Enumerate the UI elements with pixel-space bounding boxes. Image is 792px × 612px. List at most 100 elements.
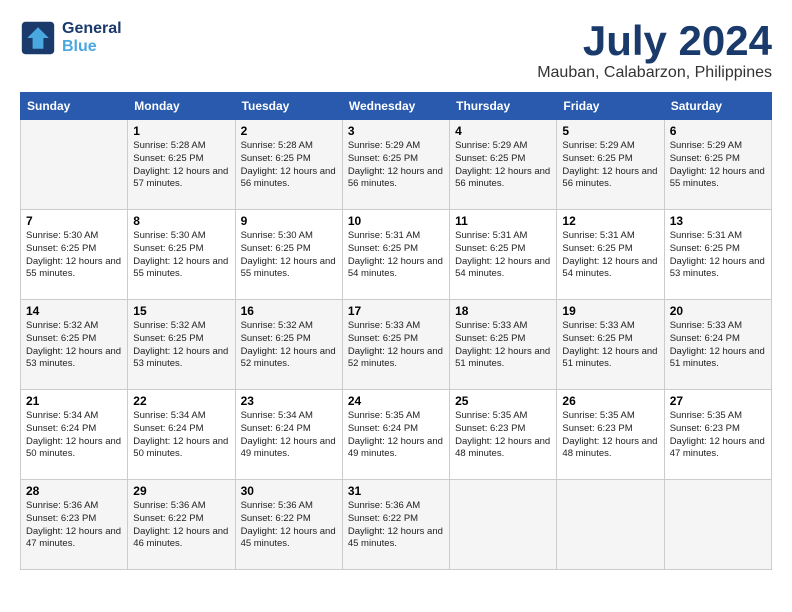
day-number: 18 bbox=[455, 304, 551, 318]
calendar-cell bbox=[557, 480, 664, 570]
calendar-cell: 27 Sunrise: 5:35 AM Sunset: 6:23 PM Dayli… bbox=[664, 390, 771, 480]
calendar-cell: 29 Sunrise: 5:36 AM Sunset: 6:22 PM Dayli… bbox=[128, 480, 235, 570]
day-number: 13 bbox=[670, 214, 766, 228]
day-detail: Sunrise: 5:34 AM Sunset: 6:24 PM Dayligh… bbox=[26, 410, 122, 461]
calendar-cell: 16Sunrise: 5:32 AM Sunset: 6:25 PM Dayli… bbox=[235, 300, 342, 390]
calendar-cell: 13 Sunrise: 5:31 AM Sunset: 6:25 PM Dayli… bbox=[664, 210, 771, 300]
day-number: 5 bbox=[562, 124, 658, 138]
day-detail: Sunrise: 5:28 AM Sunset: 6:25 PM Dayligh… bbox=[133, 140, 229, 191]
calendar-cell: 14Sunrise: 5:32 AM Sunset: 6:25 PM Dayli… bbox=[21, 300, 128, 390]
calendar-cell: 30 Sunrise: 5:36 AM Sunset: 6:22 PM Dayli… bbox=[235, 480, 342, 570]
day-detail: Sunrise: 5:33 AM Sunset: 6:25 PM Dayligh… bbox=[455, 320, 551, 371]
day-number: 4 bbox=[455, 124, 551, 138]
day-detail: Sunrise: 5:36 AM Sunset: 6:22 PM Dayligh… bbox=[241, 500, 337, 551]
calendar-table: SundayMondayTuesdayWednesdayThursdayFrid… bbox=[20, 92, 772, 570]
day-detail: Sunrise: 5:31 AM Sunset: 6:25 PM Dayligh… bbox=[562, 230, 658, 281]
calendar-cell: 4 Sunrise: 5:29 AM Sunset: 6:25 PM Daylig… bbox=[450, 120, 557, 210]
calendar-cell: 17Sunrise: 5:33 AM Sunset: 6:25 PM Dayli… bbox=[342, 300, 449, 390]
calendar-cell: 28 Sunrise: 5:36 AM Sunset: 6:23 PM Dayli… bbox=[21, 480, 128, 570]
day-detail: Sunrise: 5:36 AM Sunset: 6:23 PM Dayligh… bbox=[26, 500, 122, 551]
day-detail: Sunrise: 5:29 AM Sunset: 6:25 PM Dayligh… bbox=[455, 140, 551, 191]
day-number: 23 bbox=[241, 394, 337, 408]
day-number: 24 bbox=[348, 394, 444, 408]
day-detail: Sunrise: 5:31 AM Sunset: 6:25 PM Dayligh… bbox=[455, 230, 551, 281]
day-number: 20 bbox=[670, 304, 766, 318]
month-title: July 2024 bbox=[537, 20, 772, 62]
weekday-header-friday: Friday bbox=[557, 93, 664, 120]
day-detail: Sunrise: 5:35 AM Sunset: 6:24 PM Dayligh… bbox=[348, 410, 444, 461]
day-detail: Sunrise: 5:29 AM Sunset: 6:25 PM Dayligh… bbox=[670, 140, 766, 191]
calendar-cell: 11 Sunrise: 5:31 AM Sunset: 6:25 PM Dayli… bbox=[450, 210, 557, 300]
day-number: 31 bbox=[348, 484, 444, 498]
logo-text: General Blue bbox=[62, 20, 122, 56]
day-detail: Sunrise: 5:30 AM Sunset: 6:25 PM Dayligh… bbox=[133, 230, 229, 281]
day-number: 11 bbox=[455, 214, 551, 228]
logo: General Blue bbox=[20, 20, 122, 56]
day-detail: Sunrise: 5:32 AM Sunset: 6:25 PM Dayligh… bbox=[241, 320, 337, 371]
day-number: 27 bbox=[670, 394, 766, 408]
weekday-header-sunday: Sunday bbox=[21, 93, 128, 120]
day-number: 29 bbox=[133, 484, 229, 498]
day-detail: Sunrise: 5:34 AM Sunset: 6:24 PM Dayligh… bbox=[241, 410, 337, 461]
day-number: 25 bbox=[455, 394, 551, 408]
day-number: 3 bbox=[348, 124, 444, 138]
logo-icon bbox=[20, 20, 56, 56]
day-detail: Sunrise: 5:32 AM Sunset: 6:25 PM Dayligh… bbox=[133, 320, 229, 371]
week-row-2: 7 Sunrise: 5:30 AM Sunset: 6:25 PM Daylig… bbox=[21, 210, 772, 300]
day-detail: Sunrise: 5:35 AM Sunset: 6:23 PM Dayligh… bbox=[670, 410, 766, 461]
calendar-cell: 3 Sunrise: 5:29 AM Sunset: 6:25 PM Daylig… bbox=[342, 120, 449, 210]
calendar-cell: 24 Sunrise: 5:35 AM Sunset: 6:24 PM Dayli… bbox=[342, 390, 449, 480]
weekday-header-thursday: Thursday bbox=[450, 93, 557, 120]
day-number: 19 bbox=[562, 304, 658, 318]
calendar-cell: 19 Sunrise: 5:33 AM Sunset: 6:25 PM Dayli… bbox=[557, 300, 664, 390]
calendar-cell: 22Sunrise: 5:34 AM Sunset: 6:24 PM Dayli… bbox=[128, 390, 235, 480]
calendar-cell: 8 Sunrise: 5:30 AM Sunset: 6:25 PM Daylig… bbox=[128, 210, 235, 300]
day-detail: Sunrise: 5:31 AM Sunset: 6:25 PM Dayligh… bbox=[348, 230, 444, 281]
week-row-1: 1Sunrise: 5:28 AM Sunset: 6:25 PM Daylig… bbox=[21, 120, 772, 210]
day-detail: Sunrise: 5:30 AM Sunset: 6:25 PM Dayligh… bbox=[241, 230, 337, 281]
calendar-cell: 18 Sunrise: 5:33 AM Sunset: 6:25 PM Dayli… bbox=[450, 300, 557, 390]
day-detail: Sunrise: 5:36 AM Sunset: 6:22 PM Dayligh… bbox=[133, 500, 229, 551]
calendar-cell: 9 Sunrise: 5:30 AM Sunset: 6:25 PM Daylig… bbox=[235, 210, 342, 300]
day-number: 6 bbox=[670, 124, 766, 138]
day-number: 30 bbox=[241, 484, 337, 498]
calendar-cell: 1Sunrise: 5:28 AM Sunset: 6:25 PM Daylig… bbox=[128, 120, 235, 210]
calendar-cell: 6 Sunrise: 5:29 AM Sunset: 6:25 PM Daylig… bbox=[664, 120, 771, 210]
day-detail: Sunrise: 5:31 AM Sunset: 6:25 PM Dayligh… bbox=[670, 230, 766, 281]
day-number: 10 bbox=[348, 214, 444, 228]
weekday-header-row: SundayMondayTuesdayWednesdayThursdayFrid… bbox=[21, 93, 772, 120]
calendar-cell: 15 Sunrise: 5:32 AM Sunset: 6:25 PM Dayli… bbox=[128, 300, 235, 390]
day-detail: Sunrise: 5:30 AM Sunset: 6:25 PM Dayligh… bbox=[26, 230, 122, 281]
weekday-header-wednesday: Wednesday bbox=[342, 93, 449, 120]
day-detail: Sunrise: 5:33 AM Sunset: 6:24 PM Dayligh… bbox=[670, 320, 766, 371]
day-detail: Sunrise: 5:35 AM Sunset: 6:23 PM Dayligh… bbox=[455, 410, 551, 461]
calendar-cell: 10 Sunrise: 5:31 AM Sunset: 6:25 PM Dayli… bbox=[342, 210, 449, 300]
day-number: 9 bbox=[241, 214, 337, 228]
location-title: Mauban, Calabarzon, Philippines bbox=[537, 64, 772, 82]
day-number: 12 bbox=[562, 214, 658, 228]
day-detail: Sunrise: 5:32 AM Sunset: 6:25 PM Dayligh… bbox=[26, 320, 122, 371]
day-number: 21 bbox=[26, 394, 122, 408]
calendar-cell: 7 Sunrise: 5:30 AM Sunset: 6:25 PM Daylig… bbox=[21, 210, 128, 300]
weekday-header-monday: Monday bbox=[128, 93, 235, 120]
calendar-cell: 12 Sunrise: 5:31 AM Sunset: 6:25 PM Dayli… bbox=[557, 210, 664, 300]
title-area: July 2024 Mauban, Calabarzon, Philippine… bbox=[537, 20, 772, 82]
day-number: 15 bbox=[133, 304, 229, 318]
day-number: 7 bbox=[26, 214, 122, 228]
weekday-header-tuesday: Tuesday bbox=[235, 93, 342, 120]
day-detail: Sunrise: 5:33 AM Sunset: 6:25 PM Dayligh… bbox=[562, 320, 658, 371]
page-header: General Blue July 2024 Mauban, Calabarzo… bbox=[20, 20, 772, 82]
day-detail: Sunrise: 5:29 AM Sunset: 6:25 PM Dayligh… bbox=[348, 140, 444, 191]
calendar-cell bbox=[664, 480, 771, 570]
calendar-cell: 2Sunrise: 5:28 AM Sunset: 6:25 PM Daylig… bbox=[235, 120, 342, 210]
calendar-cell: 25 Sunrise: 5:35 AM Sunset: 6:23 PM Dayli… bbox=[450, 390, 557, 480]
day-detail: Sunrise: 5:33 AM Sunset: 6:25 PM Dayligh… bbox=[348, 320, 444, 371]
calendar-cell: 23 Sunrise: 5:34 AM Sunset: 6:24 PM Dayli… bbox=[235, 390, 342, 480]
week-row-3: 14Sunrise: 5:32 AM Sunset: 6:25 PM Dayli… bbox=[21, 300, 772, 390]
calendar-cell: 5Sunrise: 5:29 AM Sunset: 6:25 PM Daylig… bbox=[557, 120, 664, 210]
calendar-cell bbox=[21, 120, 128, 210]
day-detail: Sunrise: 5:34 AM Sunset: 6:24 PM Dayligh… bbox=[133, 410, 229, 461]
day-number: 8 bbox=[133, 214, 229, 228]
calendar-cell: 20 Sunrise: 5:33 AM Sunset: 6:24 PM Dayli… bbox=[664, 300, 771, 390]
day-number: 28 bbox=[26, 484, 122, 498]
